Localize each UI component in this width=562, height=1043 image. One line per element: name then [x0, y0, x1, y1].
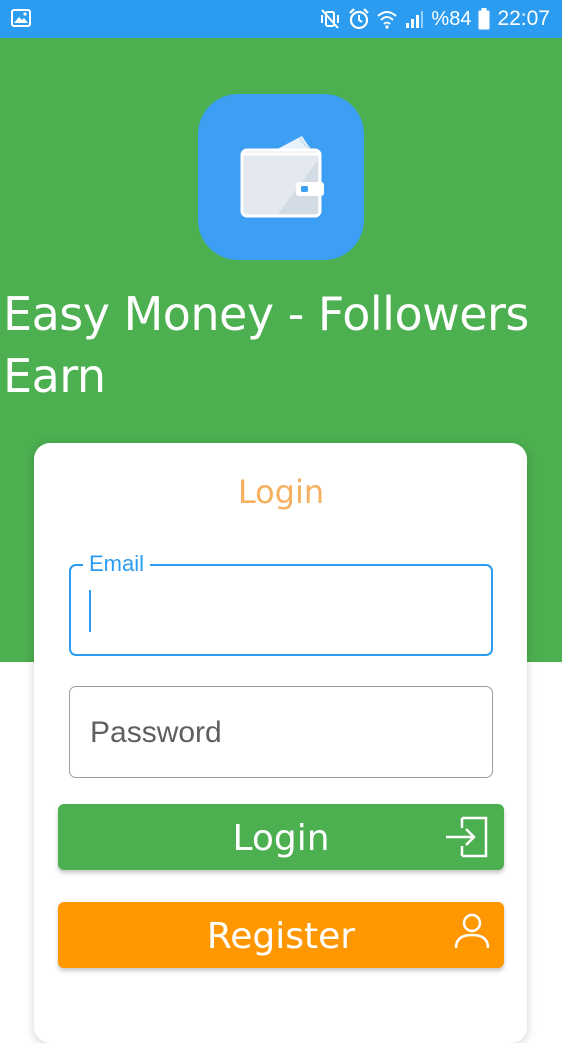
- register-button[interactable]: Register: [58, 902, 504, 968]
- login-button-label: Login: [232, 818, 330, 859]
- battery-percent: %84: [431, 7, 472, 30]
- sign-in-icon: [444, 812, 494, 866]
- password-field[interactable]: [69, 686, 493, 778]
- email-field-label: Email: [83, 550, 151, 578]
- app-title: Easy Money - Followers Earn: [3, 287, 529, 403]
- wallet-icon: [240, 136, 324, 218]
- app-icon: [198, 94, 364, 260]
- password-input[interactable]: [88, 705, 482, 761]
- text-cursor: [89, 590, 91, 632]
- login-button[interactable]: Login: [58, 804, 504, 870]
- email-input[interactable]: [93, 584, 477, 640]
- email-field[interactable]: Email: [69, 550, 493, 656]
- wifi-icon: [377, 9, 398, 29]
- register-button-label: Register: [206, 916, 356, 957]
- gallery-icon: [11, 9, 31, 31]
- battery-icon: [478, 8, 490, 30]
- signal-icon: [404, 9, 424, 29]
- status-time: 22:07: [497, 7, 550, 30]
- alarm-icon: [348, 8, 370, 30]
- person-icon: [450, 910, 494, 958]
- status-icons: %84 22:07: [319, 0, 550, 38]
- login-card-title: Login: [237, 473, 325, 511]
- mute-vibrate-icon: [319, 9, 341, 29]
- status-bar: %84 22:07: [0, 0, 562, 38]
